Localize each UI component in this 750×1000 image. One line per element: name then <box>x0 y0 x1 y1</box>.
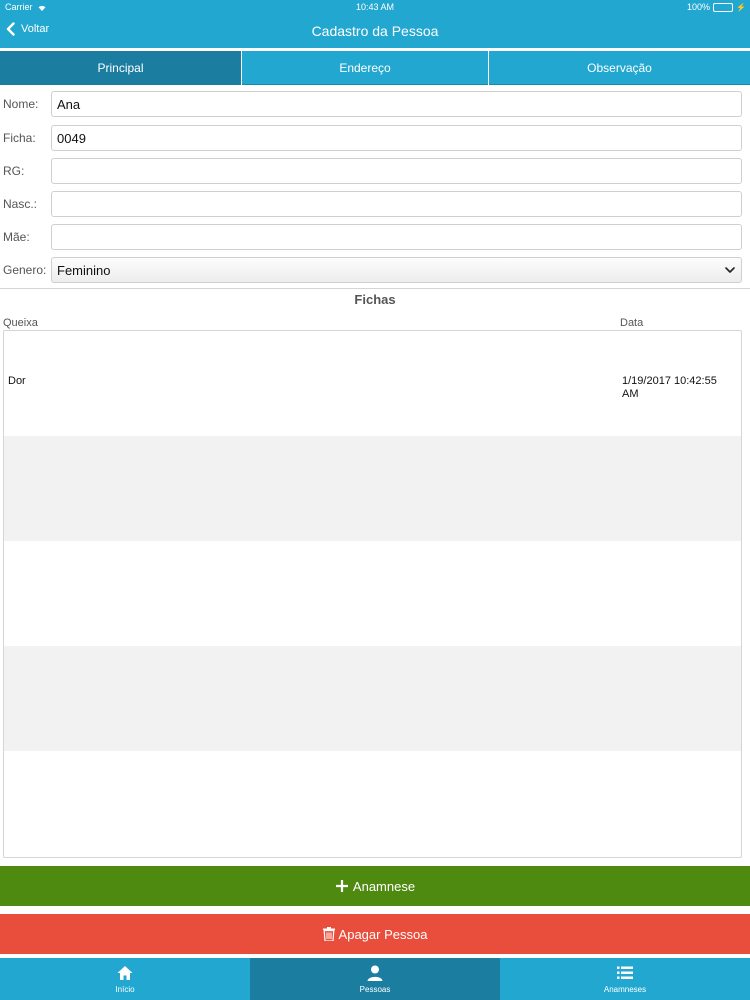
tab-observacao[interactable]: Observação <box>489 51 750 85</box>
delete-person-button[interactable]: Apagar Pessoa <box>0 914 750 954</box>
nasc-field[interactable] <box>51 191 742 217</box>
battery-icon <box>713 2 734 12</box>
plus-icon <box>335 880 348 892</box>
rg-label: RG: <box>3 164 25 178</box>
ficha-field[interactable]: 0049 <box>51 125 742 151</box>
cell-data: 1/19/2017 10:42:55 AM <box>622 375 717 400</box>
cell-queixa: Dor <box>8 375 26 387</box>
column-header-data: Data <box>620 317 644 329</box>
tab-principal[interactable]: Principal <box>0 51 242 85</box>
page-title: Cadastro da Pessoa <box>311 23 439 39</box>
home-icon <box>117 966 133 980</box>
bottom-tab-bar: Início Pessoas Anamneses <box>0 958 750 1000</box>
mae-field[interactable] <box>51 224 742 250</box>
person-icon <box>367 965 383 981</box>
tabbar-label-pessoas: Pessoas <box>359 985 391 994</box>
add-anamnese-button[interactable]: Anamnese <box>0 866 750 906</box>
table-row-empty <box>4 541 741 646</box>
genero-value: Feminino <box>57 262 111 278</box>
list-icon <box>617 966 633 979</box>
table-row[interactable]: Dor 1/19/2017 10:42:55 AM <box>4 331 741 436</box>
tabbar-item-anamneses[interactable]: Anamneses <box>500 958 750 1000</box>
fichas-title: Fichas <box>354 292 396 307</box>
tab-endereco[interactable]: Endereço <box>242 51 489 85</box>
nome-label: Nome: <box>3 97 39 111</box>
column-header-queixa: Queixa <box>3 317 38 329</box>
status-bar: Carrier 10:43 AM 100% ⚡ <box>0 0 750 14</box>
form-row-nome: Nome: Ana <box>0 91 750 117</box>
battery-percent: 100% <box>687 2 711 12</box>
table-row-empty <box>4 751 741 856</box>
fichas-table: Dor 1/19/2017 10:42:55 AM <box>3 330 742 858</box>
tabbar-item-pessoas[interactable]: Pessoas <box>250 958 500 1000</box>
form-row-rg: RG: <box>0 158 750 184</box>
tabbar-label-anamneses: Anamneses <box>603 985 647 994</box>
tabbar-label-inicio: Início <box>115 985 135 994</box>
form-row-nasc: Nasc.: <box>0 191 750 217</box>
form-row-genero: Genero: Feminino <box>0 257 750 283</box>
charging-icon: ⚡ <box>736 2 746 12</box>
status-time: 10:43 AM <box>355 2 395 12</box>
trash-icon <box>322 927 335 941</box>
form-row-mae: Mãe: <box>0 224 750 250</box>
nome-field[interactable]: Ana <box>51 91 742 117</box>
section-divider <box>0 288 750 289</box>
add-anamnese-label: Anamnese <box>352 878 416 894</box>
tabbar-item-inicio[interactable]: Início <box>0 958 250 1000</box>
chevron-down-icon <box>725 267 735 273</box>
table-row-empty <box>4 436 741 541</box>
form-row-ficha: Ficha: 0049 <box>0 125 750 151</box>
genero-label: Genero: <box>3 263 47 277</box>
nav-bar: Voltar Cadastro da Pessoa <box>0 14 750 48</box>
rg-field[interactable] <box>51 158 742 184</box>
mae-label: Mãe: <box>3 230 30 244</box>
ficha-label: Ficha: <box>3 131 36 145</box>
delete-person-label: Apagar Pessoa <box>338 926 428 942</box>
table-row-empty <box>4 646 741 751</box>
battery-indicator: 100% ⚡ <box>687 2 746 12</box>
genero-select[interactable]: Feminino <box>51 257 742 283</box>
tab-bar: Principal Endereço Observação <box>0 51 750 85</box>
nasc-label: Nasc.: <box>3 197 38 211</box>
